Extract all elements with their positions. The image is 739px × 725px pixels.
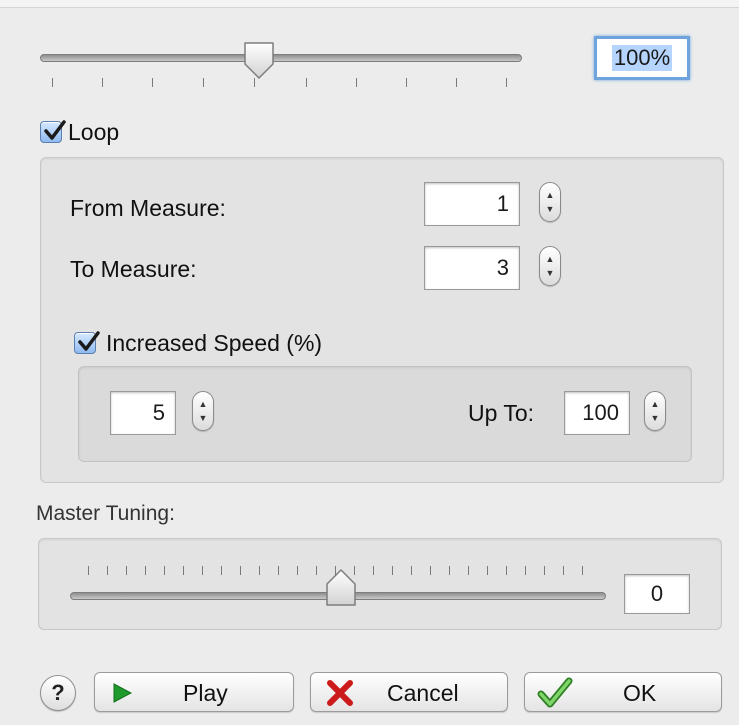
speed-slider[interactable] xyxy=(40,40,522,90)
cancel-button-label: Cancel xyxy=(387,680,459,706)
from-measure-stepper[interactable]: ▲ ▼ xyxy=(539,182,561,222)
speed-start-stepper[interactable]: ▲ ▼ xyxy=(192,391,214,431)
master-tuning-label: Master Tuning: xyxy=(36,502,175,525)
stepper-up-icon[interactable]: ▲ xyxy=(546,252,555,266)
from-measure-field[interactable]: 1 xyxy=(424,182,520,226)
to-measure-field[interactable]: 3 xyxy=(424,246,520,290)
loop-checkbox[interactable] xyxy=(40,120,66,143)
speed-percent-field[interactable]: 100% xyxy=(594,36,690,80)
up-to-stepper[interactable]: ▲ ▼ xyxy=(644,391,666,431)
speed-percent-value: 100% xyxy=(611,45,673,71)
play-button-label: Play xyxy=(183,680,228,706)
increased-speed-checkbox[interactable] xyxy=(74,331,100,354)
checkmark-icon xyxy=(78,331,100,351)
master-tuning-value: 0 xyxy=(650,581,664,606)
master-tuning-thumb[interactable] xyxy=(324,568,358,608)
speed-start-value: 5 xyxy=(152,400,165,425)
up-to-value: 100 xyxy=(582,400,619,425)
up-to-label: Up To: xyxy=(468,400,535,426)
help-button[interactable]: ? xyxy=(40,675,76,711)
speed-slider-track[interactable] xyxy=(40,54,522,62)
stepper-up-icon[interactable]: ▲ xyxy=(546,188,555,202)
to-measure-label: To Measure: xyxy=(70,256,197,282)
from-measure-label: From Measure: xyxy=(70,195,226,221)
stepper-down-icon[interactable]: ▼ xyxy=(651,411,660,425)
window-top-edge xyxy=(0,0,739,8)
up-to-field[interactable]: 100 xyxy=(564,391,630,435)
play-triangle-icon xyxy=(113,683,133,703)
loop-label: Loop xyxy=(68,119,120,145)
green-checkmark-icon xyxy=(537,677,573,708)
play-button[interactable]: Play xyxy=(94,672,294,712)
help-button-label: ? xyxy=(51,680,65,705)
red-x-icon xyxy=(327,680,353,706)
to-measure-value: 3 xyxy=(496,255,509,280)
speed-slider-thumb[interactable] xyxy=(242,40,276,80)
stepper-up-icon[interactable]: ▲ xyxy=(199,397,208,411)
from-measure-value: 1 xyxy=(496,191,509,216)
ok-button[interactable]: OK xyxy=(524,672,722,712)
speed-start-field[interactable]: 5 xyxy=(110,391,176,435)
stepper-down-icon[interactable]: ▼ xyxy=(546,266,555,280)
to-measure-stepper[interactable]: ▲ ▼ xyxy=(539,246,561,286)
ok-button-label: OK xyxy=(623,680,657,706)
stepper-down-icon[interactable]: ▼ xyxy=(199,411,208,425)
stepper-down-icon[interactable]: ▼ xyxy=(546,202,555,216)
increased-speed-label: Increased Speed (%) xyxy=(106,330,323,356)
master-tuning-field[interactable]: 0 xyxy=(624,574,690,614)
master-tuning-slider[interactable] xyxy=(70,562,606,612)
cancel-button[interactable]: Cancel xyxy=(310,672,508,712)
speed-slider-ticks xyxy=(40,78,522,90)
stepper-up-icon[interactable]: ▲ xyxy=(651,397,660,411)
checkmark-icon xyxy=(44,120,66,140)
